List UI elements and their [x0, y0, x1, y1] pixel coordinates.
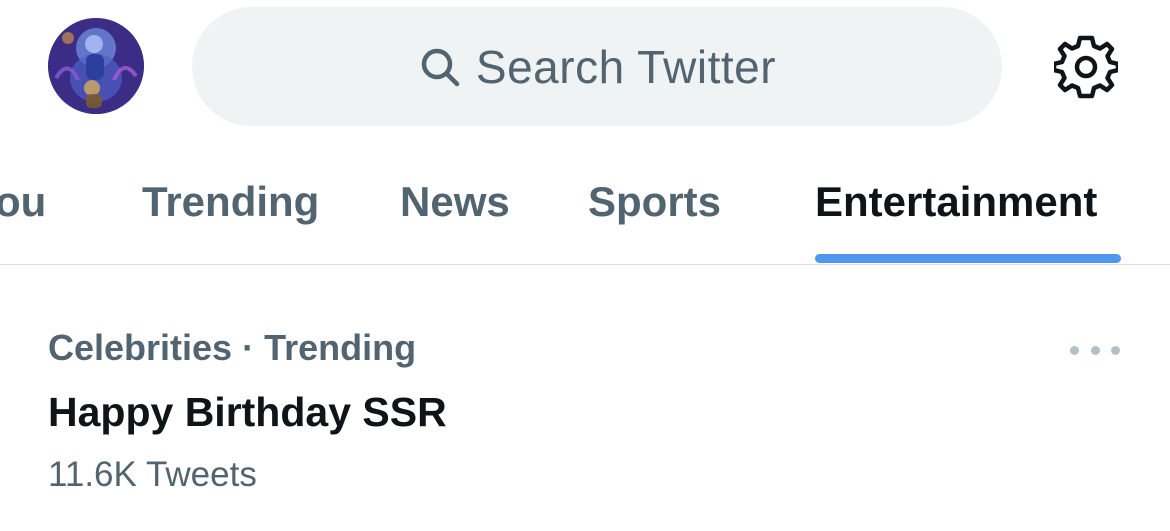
trend-category: Celebrities · Trending [48, 327, 417, 368]
profile-avatar[interactable] [48, 18, 144, 114]
more-dot [1090, 345, 1100, 355]
trend-item[interactable]: Celebrities · Trending Happy Birthday SS… [0, 265, 1170, 531]
tab-for-you[interactable]: ou [0, 140, 46, 264]
explore-tabs: ou Trending News Sports Entertainment [0, 140, 1170, 265]
avatar-image [48, 18, 144, 114]
search-icon [418, 45, 462, 89]
tab-trending[interactable]: Trending [142, 140, 319, 264]
top-bar: Search Twitter [0, 0, 1170, 140]
tab-sports[interactable]: Sports [588, 140, 721, 264]
search-placeholder: Search Twitter [475, 40, 777, 93]
more-dot [1111, 345, 1120, 355]
settings-button[interactable] [1052, 33, 1120, 101]
active-tab-indicator [815, 254, 1121, 263]
search-bar[interactable]: Search Twitter [192, 7, 1002, 126]
explore-page: Search Twitter ou Trending News Sports E… [0, 0, 1170, 531]
trend-title: Happy Birthday SSR [48, 389, 447, 435]
gear-icon [1054, 35, 1118, 99]
trend-tweet-count: 11.6K Tweets [48, 455, 257, 494]
more-options-button[interactable] [1070, 335, 1120, 365]
tab-news[interactable]: News [400, 140, 510, 264]
tab-entertainment[interactable]: Entertainment [815, 140, 1097, 264]
more-horizontal-icon [1070, 345, 1079, 355]
